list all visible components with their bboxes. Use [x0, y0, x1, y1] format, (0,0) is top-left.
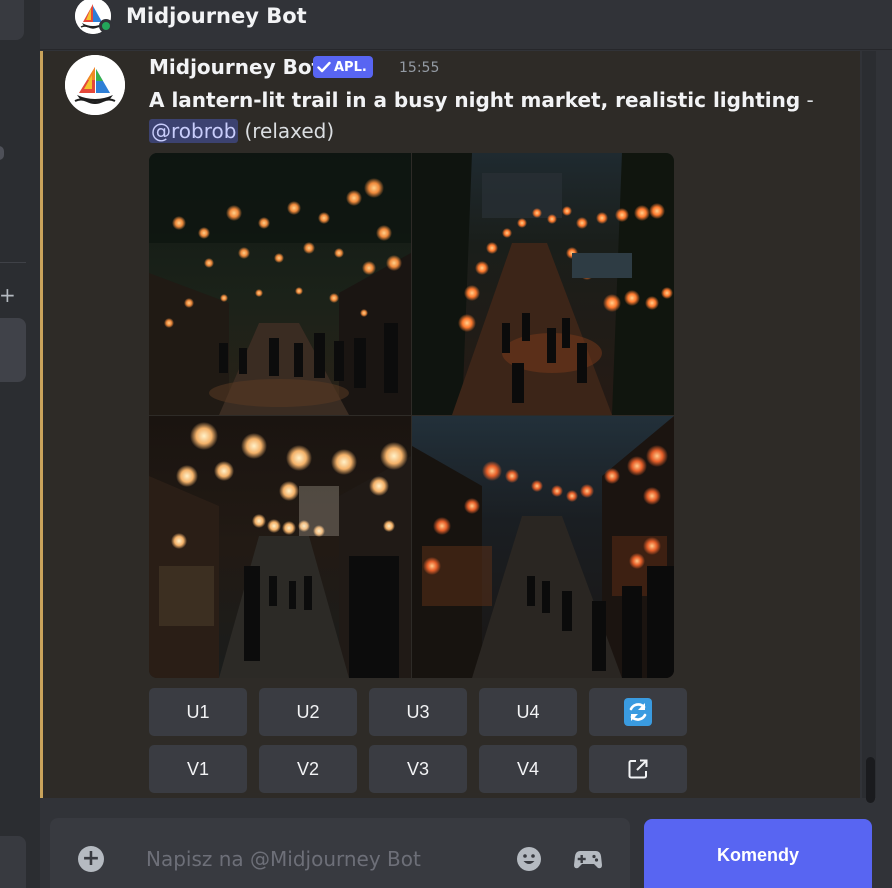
commands-button[interactable]: Komendy	[644, 819, 872, 888]
scrollbar-thumb[interactable]	[866, 757, 875, 803]
image-1[interactable]	[149, 153, 412, 416]
channel-header: Midjourney Bot	[40, 0, 892, 50]
message-composer[interactable]: + Napisz na @Midjourney Bot	[50, 818, 630, 888]
u1-button[interactable]: U1	[149, 688, 247, 736]
prompt-bold: A lantern-lit trail in a busy night mark…	[149, 88, 801, 112]
reroll-button[interactable]	[589, 688, 687, 736]
variation-buttons: V1 V2 V3 V4	[149, 745, 687, 793]
add-icon[interactable]: +	[0, 283, 16, 307]
u2-button[interactable]: U2	[259, 688, 357, 736]
sidebar-bottom-item[interactable]	[0, 836, 26, 888]
mode-label: (relaxed)	[244, 119, 335, 143]
image-3[interactable]	[149, 415, 412, 679]
sidebar-indicator	[0, 146, 4, 160]
v2-button[interactable]: V2	[259, 745, 357, 793]
sidebar-active-item[interactable]	[0, 318, 26, 382]
channel-title: Midjourney Bot	[126, 4, 307, 28]
sidebar-divider	[0, 262, 26, 263]
image-grid[interactable]	[149, 153, 674, 678]
verified-check-icon	[317, 61, 331, 73]
v4-button[interactable]: V4	[479, 745, 577, 793]
scrollbar-track[interactable]	[862, 51, 876, 798]
emoji-icon[interactable]	[516, 846, 542, 872]
server-sidebar: +	[0, 0, 40, 888]
add-attachment-icon[interactable]: +	[78, 846, 104, 872]
message-input[interactable]: Napisz na @Midjourney Bot	[146, 847, 421, 871]
image-2[interactable]	[411, 153, 675, 416]
refresh-icon	[624, 698, 652, 726]
open-external-button[interactable]	[589, 745, 687, 793]
app-badge: APL.	[313, 56, 373, 78]
message-item: Midjourney Bot APL. 15:55 A lantern-lit …	[43, 51, 860, 798]
author-avatar-icon[interactable]	[65, 55, 125, 115]
external-link-icon	[628, 759, 648, 779]
user-mention[interactable]: @robrob	[149, 119, 239, 143]
v3-button[interactable]: V3	[369, 745, 467, 793]
app-badge-label: APL.	[334, 59, 367, 75]
prompt-dash: -	[800, 88, 814, 112]
v1-button[interactable]: V1	[149, 745, 247, 793]
upscale-buttons: U1 U2 U3 U4	[149, 688, 687, 736]
sidebar-top-item[interactable]	[0, 0, 24, 40]
prompt-text: A lantern-lit trail in a busy night mark…	[149, 88, 814, 112]
message-timestamp: 15:55	[399, 60, 440, 76]
online-status-icon	[99, 19, 113, 33]
message-list: Midjourney Bot APL. 15:55 A lantern-lit …	[40, 51, 860, 798]
mention-line: @robrob (relaxed)	[149, 119, 334, 143]
u4-button[interactable]: U4	[479, 688, 577, 736]
author-name[interactable]: Midjourney Bot	[149, 55, 321, 79]
u3-button[interactable]: U3	[369, 688, 467, 736]
image-4[interactable]	[411, 415, 675, 679]
gamepad-icon[interactable]	[574, 846, 602, 872]
